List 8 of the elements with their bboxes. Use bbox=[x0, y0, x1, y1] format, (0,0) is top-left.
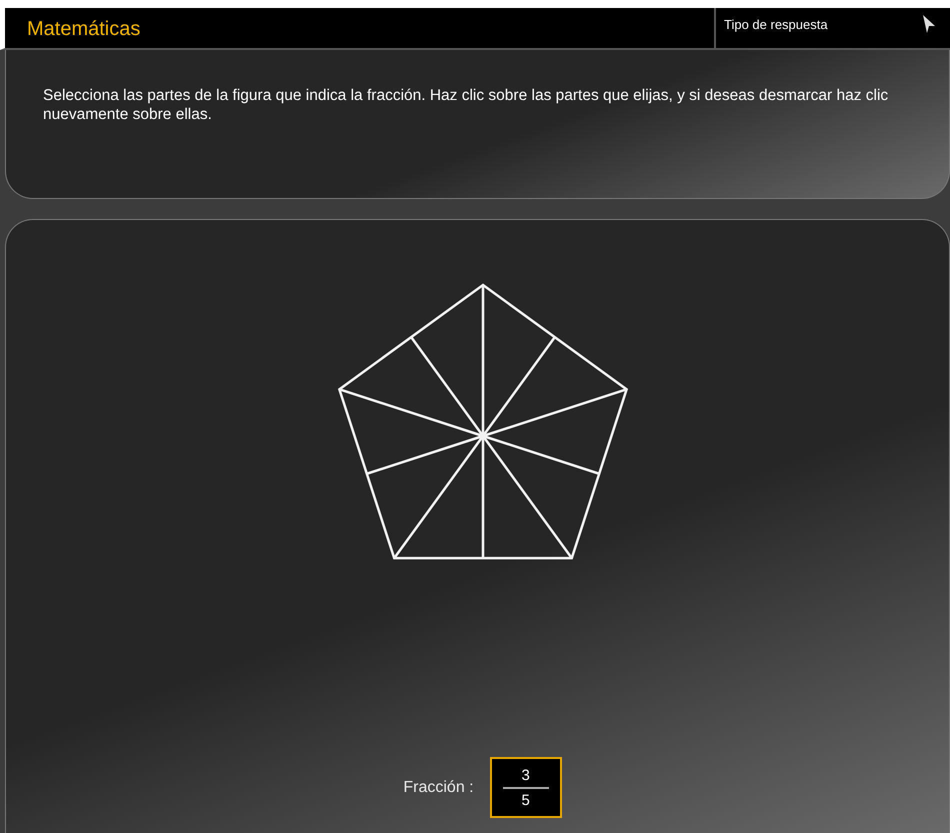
answer-type-label: Tipo de respuesta bbox=[724, 16, 828, 32]
app-title: Matemáticas bbox=[26, 17, 142, 42]
instructions-text: Selecciona las partes de la figura que indica la fracción. Haz clic sobre las partes que elijas, y si deseas desmarcar haz clic nuevamente sobre ellas. bbox=[43, 86, 890, 124]
fraction-label: Fracción : bbox=[403, 778, 474, 796]
pentagon-drawing[interactable] bbox=[337, 283, 628, 560]
denominator: 5 bbox=[521, 792, 530, 808]
numerator: 3 bbox=[521, 766, 530, 784]
pointer-icon[interactable] bbox=[922, 14, 936, 34]
